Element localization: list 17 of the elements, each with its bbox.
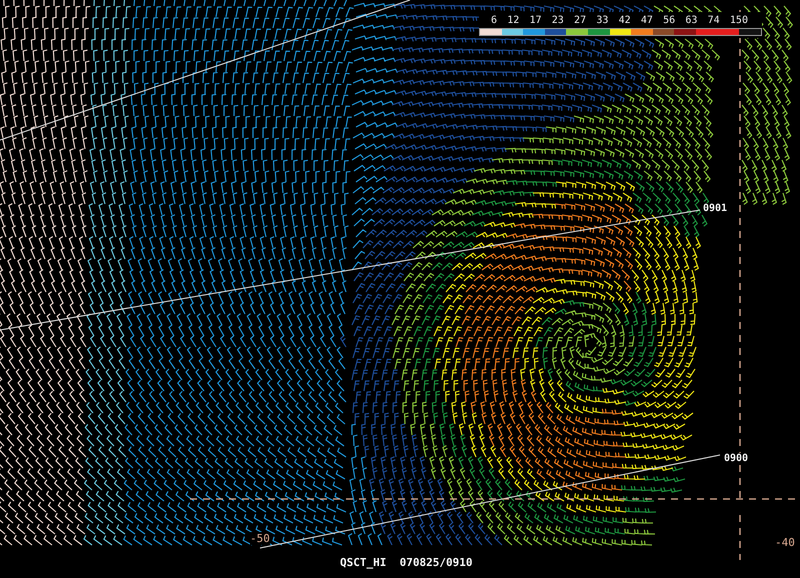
legend-label: 47 bbox=[640, 14, 653, 28]
legend-label: 17 bbox=[530, 14, 542, 28]
legend-label: 6 bbox=[491, 14, 498, 28]
image-caption: QSCT_HI 070825/0910 bbox=[340, 556, 472, 569]
track-time-label: 0901 bbox=[702, 203, 728, 214]
legend-label: 12 bbox=[507, 14, 520, 28]
legend-label: 33 bbox=[596, 14, 608, 28]
track-time-label: 0900 bbox=[723, 453, 750, 464]
legend-label: 63 bbox=[685, 14, 698, 28]
legend-label: 150 bbox=[730, 14, 748, 28]
latitude-label: -40 bbox=[775, 536, 795, 549]
legend-label: 23 bbox=[552, 14, 564, 28]
legend-label: 42 bbox=[618, 14, 631, 28]
latitude-label: -50 bbox=[250, 532, 270, 545]
legend-label: 74 bbox=[708, 14, 720, 28]
legend-label: 27 bbox=[574, 14, 586, 28]
legend-label: 56 bbox=[663, 14, 676, 28]
